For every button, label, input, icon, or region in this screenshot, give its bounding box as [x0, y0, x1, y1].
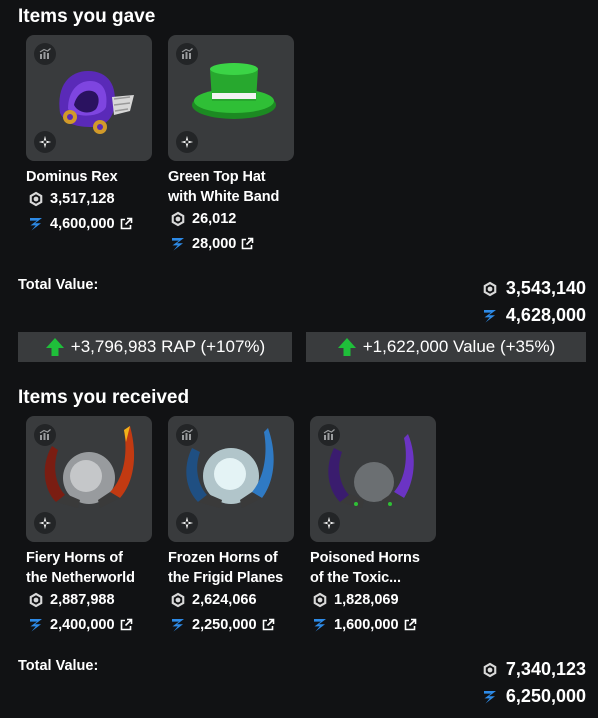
value-icon [170, 236, 186, 252]
chart-icon[interactable] [34, 424, 56, 446]
item-value[interactable]: 2,250,000 [170, 617, 275, 633]
external-link-icon [261, 618, 275, 632]
external-link-icon [119, 217, 133, 231]
rap-icon [482, 281, 498, 297]
up-arrow-icon [45, 337, 65, 357]
up-arrow-icon [337, 337, 357, 357]
item-rap: 1,828,069 [312, 592, 399, 608]
chart-icon[interactable] [176, 424, 198, 446]
item-value[interactable]: 2,400,000 [28, 617, 133, 633]
rap-icon [28, 191, 44, 207]
item-thumbnail[interactable] [310, 416, 436, 542]
gave-section-title: Items you gave [18, 6, 156, 27]
external-link-icon [240, 237, 254, 251]
received-total-rap: 7,340,123 [482, 659, 586, 680]
item-name[interactable]: Dominus Rex [26, 167, 158, 187]
item-name[interactable]: Fiery Horns of the Netherworld [26, 548, 158, 588]
sparkle-icon [176, 131, 198, 153]
gave-total-value: 4,628,000 [482, 305, 586, 326]
chart-icon[interactable] [34, 43, 56, 65]
item-value[interactable]: 4,600,000 [28, 216, 133, 232]
sparkle-icon [34, 512, 56, 534]
value-icon [312, 617, 328, 633]
received-total-value: 6,250,000 [482, 686, 586, 707]
item-name[interactable]: Poisoned Horns of the Toxic... [310, 548, 442, 588]
item-rap: 2,887,988 [28, 592, 115, 608]
value-icon [28, 617, 44, 633]
external-link-icon [403, 618, 417, 632]
item-thumbnail[interactable] [168, 35, 294, 161]
rap-icon [28, 592, 44, 608]
chart-icon[interactable] [176, 43, 198, 65]
rap-icon [482, 662, 498, 678]
sparkle-icon [318, 512, 340, 534]
rap-gain-badge: +3,796,983 RAP (+107%) [18, 332, 292, 362]
item-rap: 2,624,066 [170, 592, 257, 608]
value-icon [28, 216, 44, 232]
item-thumbnail[interactable] [26, 35, 152, 161]
chart-icon[interactable] [318, 424, 340, 446]
item-name[interactable]: Green Top Hat with White Band [168, 167, 300, 207]
value-icon [170, 617, 186, 633]
received-total-label: Total Value: [18, 658, 99, 674]
rap-icon [170, 211, 186, 227]
item-rap: 3,517,128 [28, 191, 115, 207]
rap-icon [170, 592, 186, 608]
value-icon [482, 689, 498, 705]
rap-icon [312, 592, 328, 608]
external-link-icon [119, 618, 133, 632]
item-value[interactable]: 28,000 [170, 236, 254, 252]
sparkle-icon [34, 131, 56, 153]
item-thumbnail[interactable] [26, 416, 152, 542]
received-section-title: Items you received [18, 387, 190, 408]
gave-total-rap: 3,543,140 [482, 278, 586, 299]
sparkle-icon [176, 512, 198, 534]
item-name[interactable]: Frozen Horns of the Frigid Planes [168, 548, 300, 588]
item-rap: 26,012 [170, 211, 236, 227]
item-value[interactable]: 1,600,000 [312, 617, 417, 633]
value-gain-badge: +1,622,000 Value (+35%) [306, 332, 586, 362]
value-icon [482, 308, 498, 324]
item-thumbnail[interactable] [168, 416, 294, 542]
gave-total-label: Total Value: [18, 277, 99, 293]
